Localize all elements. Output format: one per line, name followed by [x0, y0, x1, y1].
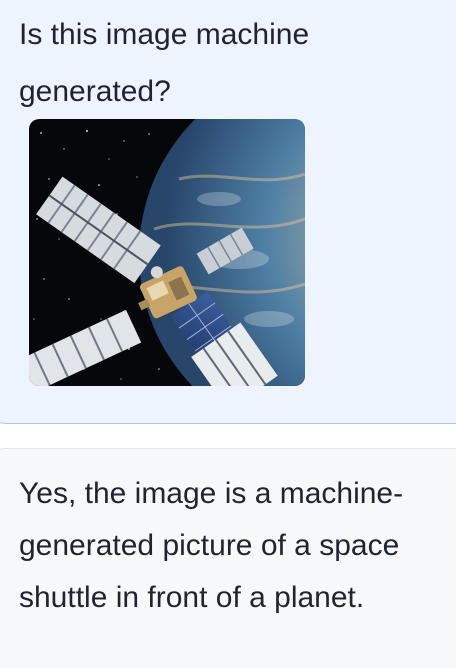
- assistant-message-text: Yes, the image is a machine-generated pi…: [19, 477, 404, 614]
- user-message-text: Is this image machine generated?: [19, 18, 310, 108]
- attached-satellite-image[interactable]: [29, 119, 305, 386]
